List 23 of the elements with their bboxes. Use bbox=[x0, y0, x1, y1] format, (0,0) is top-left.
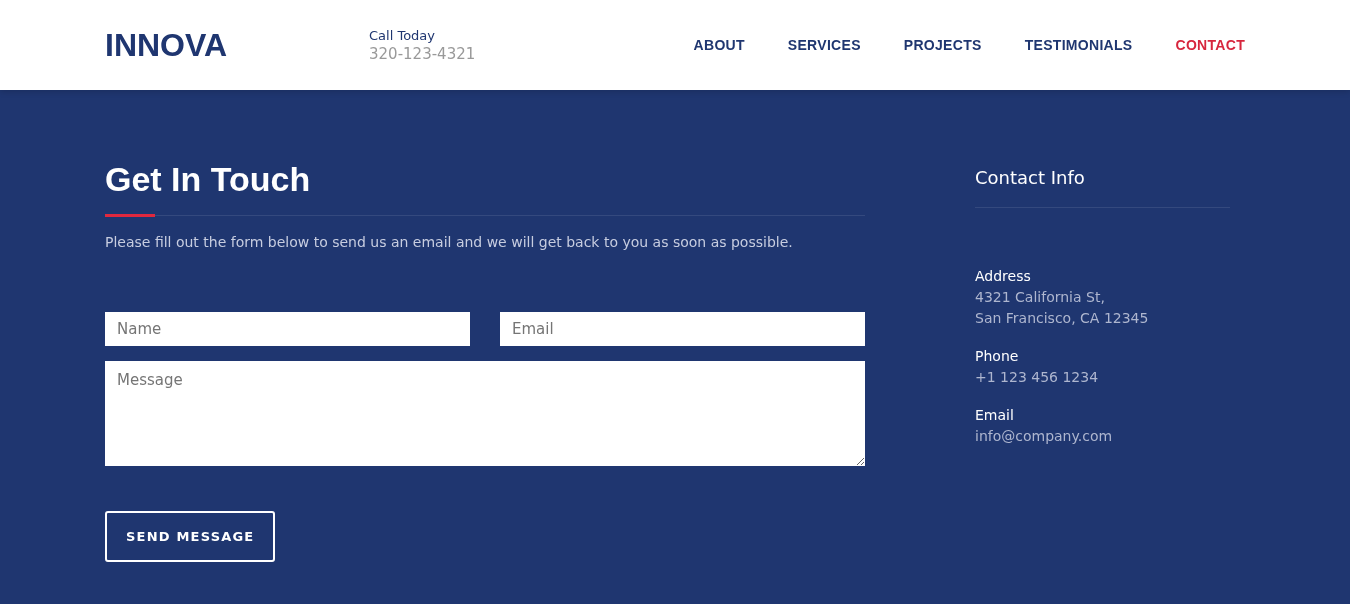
section-title: Get In Touch bbox=[105, 162, 312, 196]
logo[interactable]: INNOVA bbox=[105, 26, 369, 64]
nav-link[interactable]: ABOUT bbox=[693, 37, 745, 53]
email-field[interactable]: Email bbox=[500, 312, 865, 346]
send-message-button[interactable]: SEND MESSAGE bbox=[105, 511, 276, 562]
nav-link[interactable]: SERVICES bbox=[787, 37, 861, 53]
info-value: 4321 California St, bbox=[975, 288, 1106, 307]
nav-link[interactable]: CONTACT bbox=[1175, 37, 1245, 53]
contact-info-title: Contact Info bbox=[975, 167, 1086, 188]
phone-number: 320-123-4321 bbox=[369, 44, 476, 63]
nav-link[interactable]: TESTIMONIALS bbox=[1024, 37, 1133, 53]
title-underline bbox=[105, 214, 155, 217]
info-label: Phone bbox=[975, 348, 1020, 364]
intro-text: Please fill out the form below to send us an email and we will get back to you as soon as possible. bbox=[105, 234, 794, 250]
name-field[interactable]: Name bbox=[105, 312, 470, 346]
info-label: Address bbox=[975, 268, 1032, 284]
message-field[interactable]: Message bbox=[105, 361, 865, 466]
nav-link[interactable]: PROJECTS bbox=[903, 37, 982, 53]
info-value: +1 123 456 1234 bbox=[975, 368, 1100, 387]
info-value: San Francisco, CA 12345 bbox=[975, 309, 1150, 328]
info-value: info@company.com bbox=[975, 427, 1114, 446]
info-label: Email bbox=[975, 407, 1015, 423]
call-label: Call Today bbox=[369, 27, 436, 43]
